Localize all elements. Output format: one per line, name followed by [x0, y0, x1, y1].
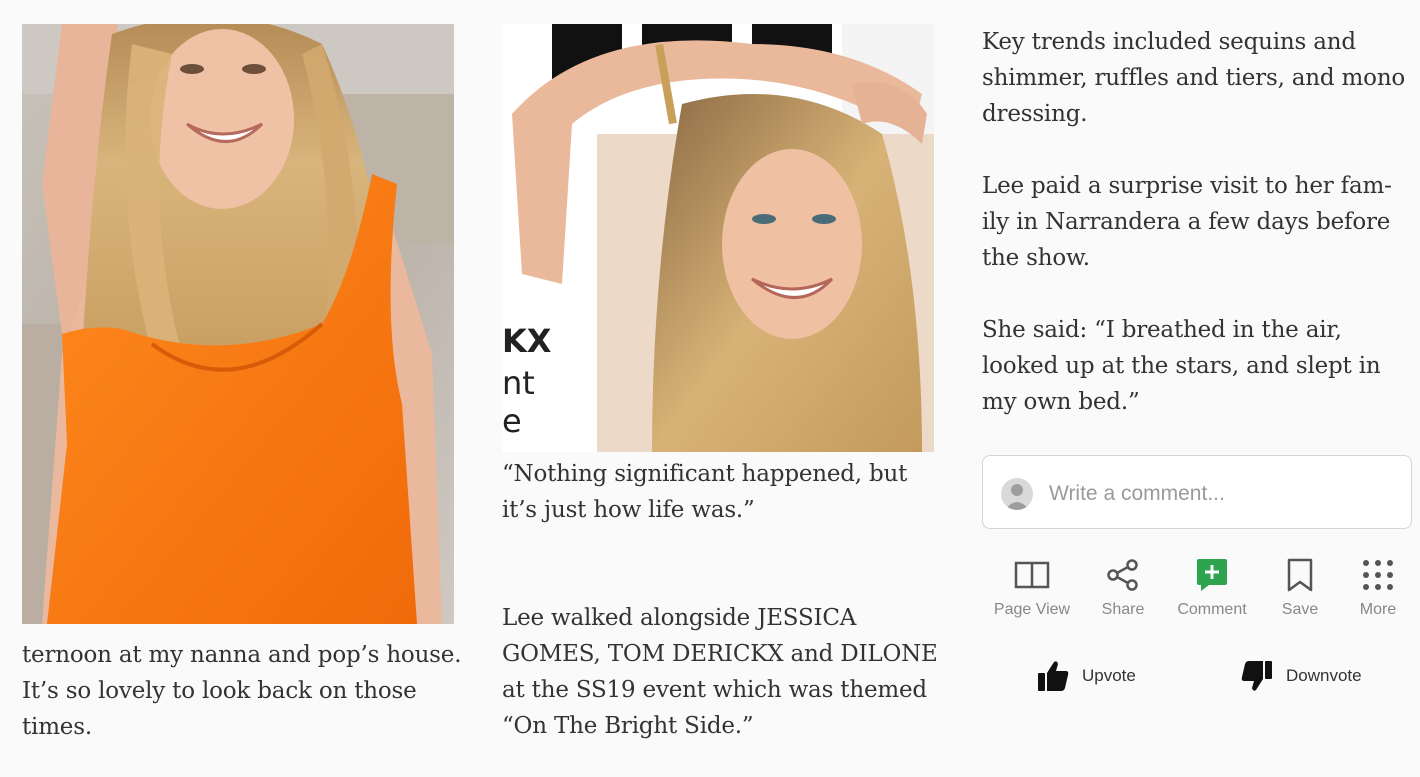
grid-dots-icon — [1363, 560, 1393, 590]
comment-label: Comment — [1177, 601, 1247, 618]
more-label: More — [1359, 601, 1397, 618]
thumbs-up-icon — [1038, 661, 1069, 691]
article-paragraph: Key trends included sequins and shimmer,… — [982, 29, 1406, 127]
page-view-button[interactable]: Page View — [986, 555, 1078, 625]
share-button[interactable]: Share — [1088, 555, 1158, 625]
page-view-label: Page View — [993, 601, 1071, 618]
user-avatar-icon — [1001, 478, 1033, 510]
comment-add-icon — [1197, 559, 1227, 591]
save-button[interactable]: Save — [1268, 555, 1332, 625]
thumbs-down-icon — [1241, 661, 1272, 691]
magazine-text-fragment: KX — [502, 322, 552, 360]
article-quote: “Nothing significant happened, but it’s … — [502, 461, 908, 523]
more-button[interactable]: More — [1346, 555, 1410, 625]
article-paragraph: Lee walked alongside JESSICA GOMES, TOM … — [502, 605, 938, 739]
article-photo-arm-raised: KX nt e — [502, 24, 934, 452]
downvote-button[interactable]: Downvote — [1240, 656, 1362, 696]
article-paragraph: Lee paid a surprise visit to her fam-ily… — [982, 173, 1392, 271]
save-label: Save — [1281, 601, 1319, 618]
bookmark-icon — [1287, 558, 1313, 592]
article-photo-orange-swimsuit — [22, 24, 454, 624]
downvote-label: Downvote — [1286, 666, 1362, 685]
article-paragraph: She said: “I breathed in the air, looked… — [982, 317, 1381, 415]
share-label: Share — [1101, 601, 1145, 618]
book-open-icon — [1014, 561, 1050, 589]
upvote-button[interactable]: Upvote — [1036, 656, 1136, 696]
article-paragraph: ternoon at my nanna and pop’s house. It’… — [22, 642, 462, 740]
upvote-label: Upvote — [1082, 666, 1136, 685]
comment-input[interactable] — [1049, 476, 1389, 512]
comment-button[interactable]: Comment — [1166, 555, 1258, 625]
magazine-text-fragment: e — [502, 402, 522, 440]
magazine-text-fragment: nt — [502, 364, 535, 402]
comment-box[interactable] — [982, 455, 1412, 529]
share-icon — [1107, 559, 1138, 591]
